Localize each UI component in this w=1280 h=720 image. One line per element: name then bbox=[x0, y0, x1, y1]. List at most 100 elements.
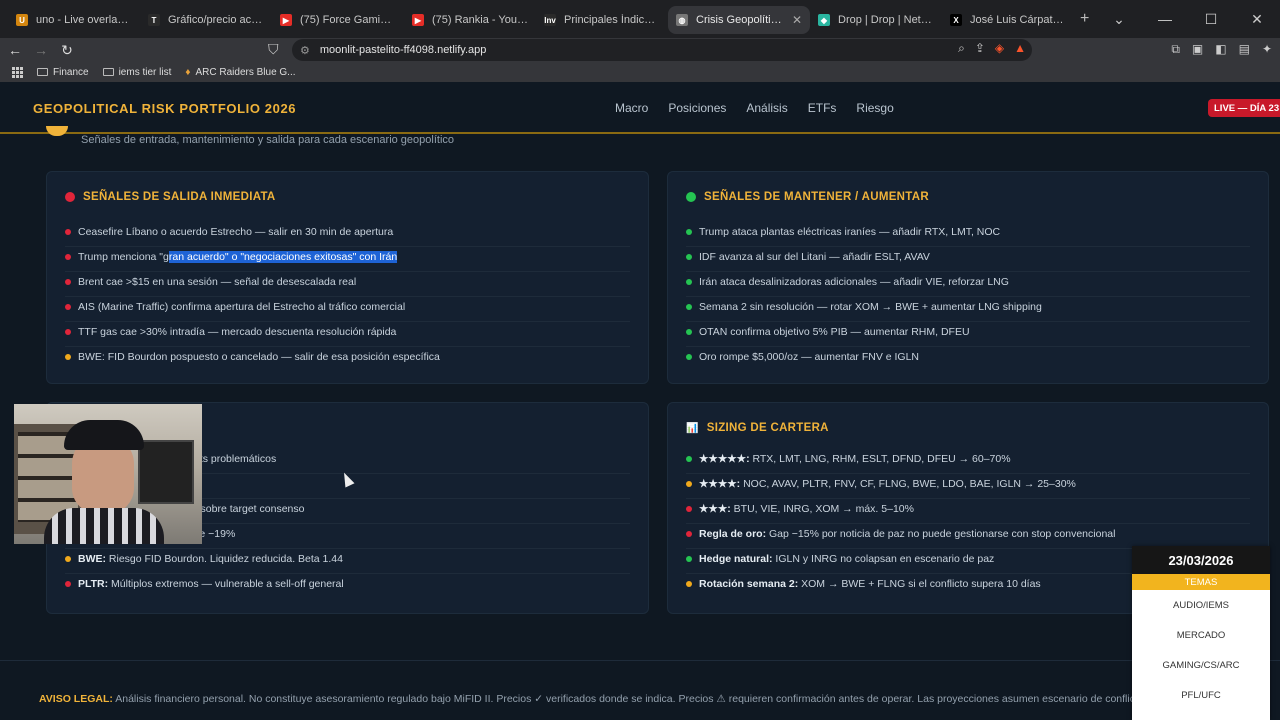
tab-list: Uuno - Live overlays for streamin T Gráfic… bbox=[0, 4, 1074, 34]
brand-title[interactable]: GEOPOLITICAL RISK PORTFOLIO 2026 bbox=[33, 101, 296, 116]
webcam-shirt bbox=[44, 508, 164, 544]
item-text: Riesgo FID Bourdon. Liquidez reducida. B… bbox=[106, 553, 343, 565]
minimize-button[interactable]: — bbox=[1142, 11, 1188, 27]
chevron-down-icon[interactable]: ⌄ bbox=[1096, 11, 1142, 28]
close-window-button[interactable]: ✕ bbox=[1234, 11, 1280, 28]
nav-riesgo[interactable]: Riesgo bbox=[856, 101, 893, 115]
bookmark-arc-raiders[interactable]: ♦ ARC Raiders Blue G... bbox=[185, 67, 295, 78]
amber-bullet-icon bbox=[686, 581, 692, 587]
tab-favicon-icon: ◆ bbox=[818, 14, 830, 26]
red-bullet-icon bbox=[65, 254, 71, 260]
legal-label: AVISO LEGAL: bbox=[39, 693, 113, 705]
red-bullet-icon bbox=[65, 304, 71, 310]
card-title-text: SEÑALES DE SALIDA INMEDIATA bbox=[83, 191, 276, 203]
bar-chart-icon: 📊 bbox=[686, 422, 699, 434]
nav-analisis[interactable]: Análisis bbox=[746, 101, 787, 115]
amber-bullet-icon bbox=[65, 556, 71, 562]
list-item: PLTR: Múltiplos extremos — vulnerable a … bbox=[65, 574, 630, 599]
webcam-overlay bbox=[14, 404, 202, 544]
leo-ai-icon[interactable]: ✦ bbox=[1262, 42, 1272, 57]
item-label: Rotación semana 2: bbox=[699, 578, 799, 590]
widget-date: 23/03/2026 bbox=[1132, 546, 1270, 574]
tab-favicon-icon: U bbox=[16, 14, 28, 26]
list-item: Brent cae >$15 en una sesión — señal de … bbox=[65, 272, 630, 297]
main-nav: Macro Posiciones Análisis ETFs Riesgo bbox=[615, 101, 894, 115]
zoom-icon[interactable]: ⌕ bbox=[958, 41, 965, 56]
item-label: PLTR: bbox=[78, 578, 109, 590]
green-bullet-icon bbox=[686, 254, 692, 260]
tab-title: uno - Live overlays for streamin bbox=[36, 14, 132, 26]
browser-tab[interactable]: ◍ Crisis Geopolítica 2026 — ✕ bbox=[668, 6, 810, 34]
reload-button[interactable]: ↻ bbox=[56, 42, 78, 59]
list-item: BWE: FID Bourdon pospuesto o cancelado —… bbox=[65, 347, 630, 372]
nav-posiciones[interactable]: Posiciones bbox=[668, 101, 726, 115]
nav-etfs[interactable]: ETFs bbox=[808, 101, 837, 115]
red-bullet-icon bbox=[686, 531, 692, 537]
maximize-button[interactable]: ☐ bbox=[1188, 11, 1234, 28]
wallet-icon[interactable]: ▣ bbox=[1192, 42, 1203, 57]
forward-button[interactable]: → bbox=[30, 42, 52, 58]
item-label: ★★★★: bbox=[699, 478, 741, 490]
nav-macro[interactable]: Macro bbox=[615, 101, 648, 115]
red-bullet-icon bbox=[65, 329, 71, 335]
tab-title: (75) Rankia - YouTube bbox=[432, 14, 528, 26]
tab-title: José Luis Cárpatos en X: "Los b bbox=[970, 14, 1066, 26]
legal-notice: AVISO LEGAL: Análisis financiero persona… bbox=[39, 693, 1134, 705]
bookmark-label: iems tier list bbox=[118, 66, 172, 78]
new-tab-button[interactable]: + bbox=[1080, 10, 1089, 28]
browser-tab[interactable]: ▶ (75) Rankia - YouTube bbox=[404, 6, 536, 34]
item-label: Regla de oro: bbox=[699, 528, 767, 540]
arc-raiders-icon: ♦ bbox=[185, 66, 191, 78]
apps-grid-icon[interactable] bbox=[12, 66, 23, 78]
red-bullet-icon bbox=[686, 506, 692, 512]
bookmark-icon[interactable]: ⛉ bbox=[268, 41, 279, 58]
folder-icon bbox=[37, 68, 48, 76]
address-bar[interactable]: ⚙ moonlit-pastelito-ff4098.netlify.app ⌕… bbox=[292, 39, 1032, 61]
brave-shields-icon[interactable]: ◈ bbox=[995, 41, 1004, 56]
item-label: ★★★★★: bbox=[699, 453, 750, 465]
reader-icon[interactable]: ▤ bbox=[1239, 42, 1250, 57]
green-bullet-icon bbox=[686, 229, 692, 235]
site-info-icon[interactable]: ⚙ bbox=[300, 44, 310, 57]
list-item: ★★★: BTU, VIE, INRG, XOM → máx. 5–10% bbox=[686, 499, 1250, 524]
close-tab-icon[interactable]: ✕ bbox=[792, 13, 802, 27]
green-bullet-icon bbox=[686, 354, 692, 360]
legal-text: Análisis financiero personal. No constit… bbox=[112, 693, 1134, 705]
item-text: Ceasefire Líbano o acuerdo Estrecho — sa… bbox=[78, 226, 394, 238]
green-bullet-icon bbox=[686, 304, 692, 310]
green-circle-icon bbox=[686, 192, 696, 202]
sidebar-icon[interactable]: ◧ bbox=[1215, 42, 1226, 57]
share-icon[interactable]: ⇪ bbox=[975, 41, 985, 56]
item-text: Gap −15% por noticia de paz no puede ges… bbox=[766, 528, 1116, 540]
item-text: Irán ataca desalinizadoras adicionales —… bbox=[699, 276, 1009, 288]
browser-tab[interactable]: ▶ (75) Force Gaming - YouTube bbox=[272, 6, 404, 34]
tab-favicon-icon: ▶ bbox=[412, 14, 424, 26]
widget-topic: GAMING/CS/ARC bbox=[1162, 659, 1240, 671]
site-header: GEOPOLITICAL RISK PORTFOLIO 2026 Macro P… bbox=[0, 86, 1280, 134]
exit-signals-card: SEÑALES DE SALIDA INMEDIATA Ceasefire Lí… bbox=[46, 171, 649, 384]
item-label: ★★★: bbox=[699, 503, 731, 515]
browser-tab[interactable]: Inv Principales Índices bursátiles - bbox=[536, 6, 668, 34]
tab-favicon-icon: ◍ bbox=[676, 14, 688, 26]
browser-tab[interactable]: X José Luis Cárpatos en X: "Los b bbox=[942, 6, 1074, 34]
list-item: TTF gas cae >30% intradía — mercado desc… bbox=[65, 322, 630, 347]
item-text: NOC, AVAV, PLTR, FNV, CF, FLNG, BWE, LDO… bbox=[740, 478, 1076, 490]
item-text: RTX, LMT, LNG, RHM, ESLT, DFND, DFEU → 6… bbox=[749, 453, 1011, 465]
tab-title: Principales Índices bursátiles - bbox=[564, 14, 660, 26]
bookmark-iems[interactable]: iems tier list bbox=[102, 66, 172, 78]
bookmark-finance[interactable]: Finance bbox=[37, 67, 89, 78]
tab-title: (75) Force Gaming - YouTube bbox=[300, 14, 396, 26]
back-button[interactable]: ← bbox=[4, 42, 26, 58]
browser-tab[interactable]: T Gráfico/precio acciones BE: NY bbox=[140, 6, 272, 34]
item-text: OTAN confirma objetivo 5% PIB — aumentar… bbox=[699, 326, 970, 338]
list-item: AIS (Marine Traffic) confirma apertura d… bbox=[65, 297, 630, 322]
item-text: Semana 2 sin resolución — rotar XOM → BW… bbox=[699, 301, 1042, 313]
browser-tab[interactable]: ◆ Drop | Drop | Netlify bbox=[810, 6, 942, 34]
browser-tab[interactable]: Uuno - Live overlays for streamin bbox=[8, 6, 140, 34]
red-bullet-icon bbox=[65, 581, 71, 587]
extensions-icon[interactable]: ⧉ bbox=[1171, 42, 1180, 57]
red-circle-icon bbox=[65, 192, 75, 202]
item-text: AIS (Marine Traffic) confirma apertura d… bbox=[78, 301, 406, 313]
brave-rewards-icon[interactable]: ▲ bbox=[1014, 41, 1026, 56]
card-title: SEÑALES DE SALIDA INMEDIATA bbox=[65, 191, 276, 203]
